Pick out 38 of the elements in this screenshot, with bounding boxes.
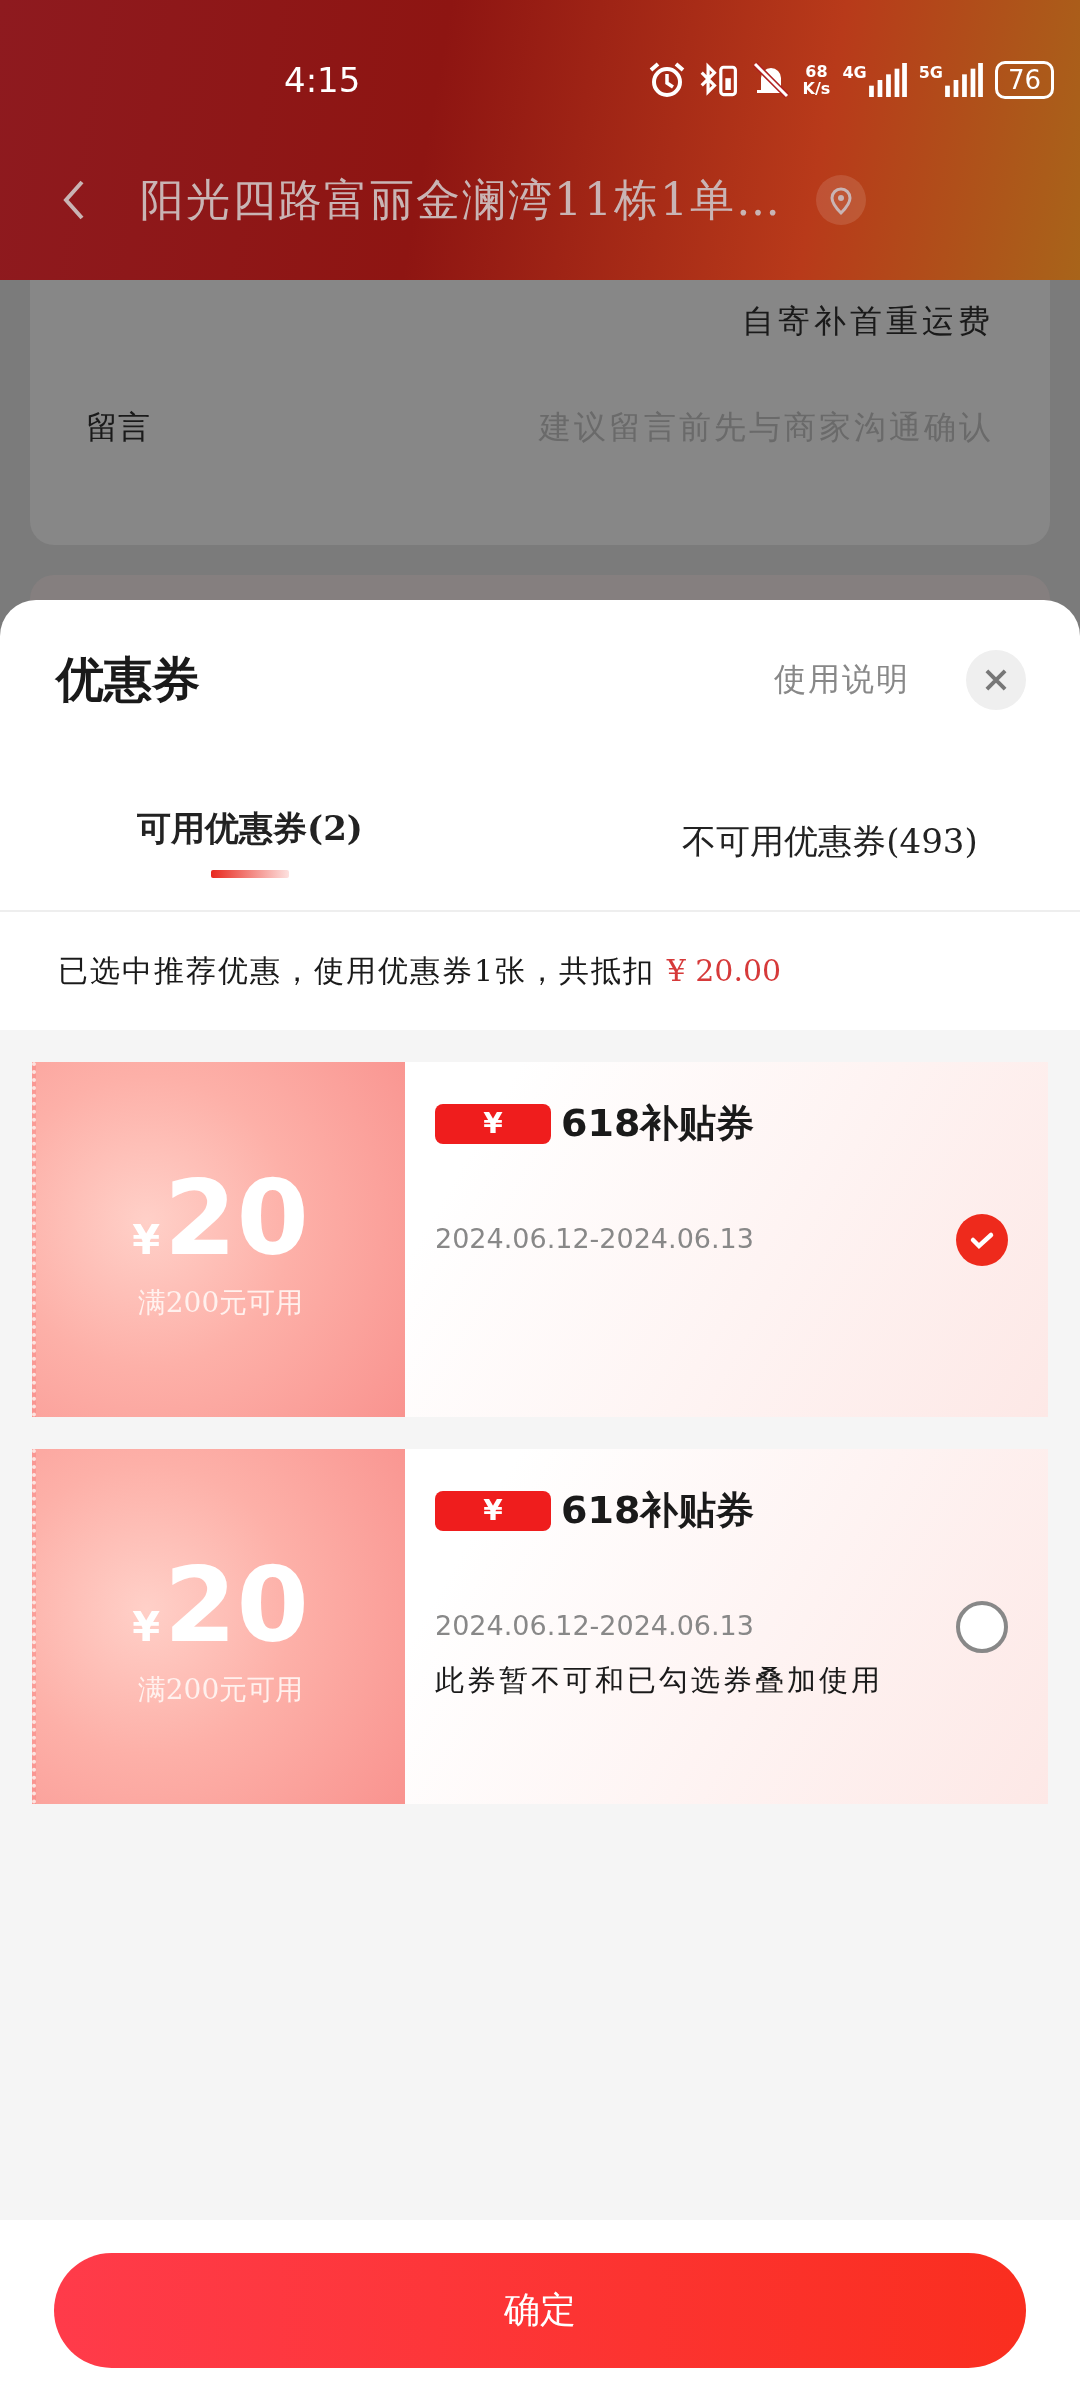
- shipping-note: 自寄补首重运费: [742, 301, 994, 342]
- coupon-condition: 满200元可用: [137, 1671, 304, 1708]
- mute-bell-icon: [750, 60, 791, 100]
- coupon-radio[interactable]: [956, 1600, 1008, 1653]
- coupon-name: 618补贴券: [561, 1100, 755, 1147]
- status-time: 4:15: [284, 60, 361, 100]
- speed-unit: K/s: [802, 80, 831, 97]
- coupon-validity: 2024.06.12-2024.06.13: [435, 1610, 755, 1641]
- currency-symbol: ¥: [132, 1216, 161, 1263]
- signal-icon: [868, 63, 907, 97]
- signal-icon: [944, 63, 983, 97]
- message-label: 留言: [86, 407, 150, 448]
- coupon-radio[interactable]: [956, 1213, 1008, 1266]
- coupon-card[interactable]: ¥20 满200元可用 ¥ 618补贴券 2024.06.12-2024.06.13 此券暂不可和已勾选券叠加使用: [32, 1449, 1048, 1804]
- coupon-amount: 20: [164, 1157, 309, 1278]
- confirm-button[interactable]: 确定: [54, 2252, 1026, 2368]
- coupon-name: 618补贴券: [561, 1487, 755, 1534]
- address-title[interactable]: 阳光四路富丽金澜湾11栋1单…: [140, 170, 782, 230]
- coupon-card[interactable]: ¥20 满200元可用 ¥ 618补贴券 2024.06.12-2024.06.13: [32, 1062, 1048, 1417]
- battery-indicator: 76: [994, 61, 1054, 99]
- sheet-title: 优惠券: [56, 650, 201, 709]
- coupon-condition: 满200元可用: [137, 1284, 304, 1321]
- coupon-badge: ¥: [435, 1490, 551, 1531]
- coupon-validity: 2024.06.12-2024.06.13: [435, 1223, 755, 1254]
- coupon-note: 此券暂不可和已勾选券叠加使用: [435, 1662, 884, 1699]
- close-icon: [983, 667, 1009, 693]
- network-type: 5G: [918, 63, 943, 82]
- network-speed: 68: [805, 63, 828, 80]
- network-type: 4G: [842, 63, 867, 82]
- back-icon[interactable]: [62, 178, 86, 222]
- selection-summary: 已选中推荐优惠，使用优惠券1张，共抵扣 ¥ 20.00: [58, 951, 782, 990]
- coupon-amount: 20: [164, 1544, 309, 1665]
- help-link[interactable]: 使用说明: [774, 658, 910, 702]
- tab[interactable]: 不可用优惠券(493): [682, 819, 978, 865]
- coupon-badge: ¥: [435, 1103, 551, 1144]
- location-pin-icon[interactable]: [816, 175, 866, 225]
- tab[interactable]: 可用优惠券(2): [137, 806, 363, 852]
- currency-symbol: ¥: [132, 1603, 161, 1650]
